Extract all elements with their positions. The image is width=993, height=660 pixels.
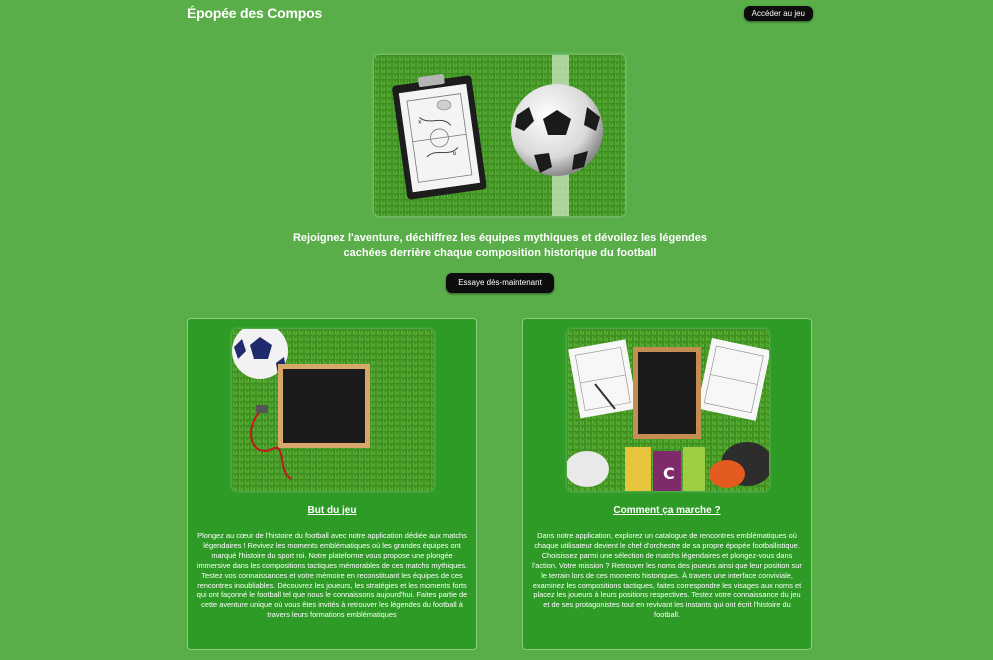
goal-card-text: Plongez au cœur de l'histoire du footbal… (196, 531, 468, 620)
brand-title[interactable]: Épopée des Compos (187, 5, 322, 21)
hero-tagline: Rejoignez l'aventure, déchiffrez les équ… (292, 232, 708, 259)
svg-text:C: C (663, 464, 675, 483)
how-it-works-title[interactable]: Comment ça marche ? (523, 505, 811, 516)
try-now-button[interactable]: Essaye dès-maintenant (446, 273, 554, 293)
how-it-works-text: Dans notre application, explorez un cata… (532, 531, 802, 620)
header: Épopée des Compos Accéder au jeu (187, 5, 813, 25)
goal-card: But du jeu Plongez au cœur de l'histoire… (187, 318, 477, 650)
goal-card-image (232, 329, 434, 491)
how-it-works-card: C Comment ça marche ? Dans notre applica… (522, 318, 812, 650)
how-it-works-image: C (567, 329, 769, 491)
access-game-button[interactable]: Accéder au jeu (743, 6, 813, 21)
hero-image: x o (374, 55, 625, 216)
goal-card-title[interactable]: But du jeu (188, 505, 476, 516)
